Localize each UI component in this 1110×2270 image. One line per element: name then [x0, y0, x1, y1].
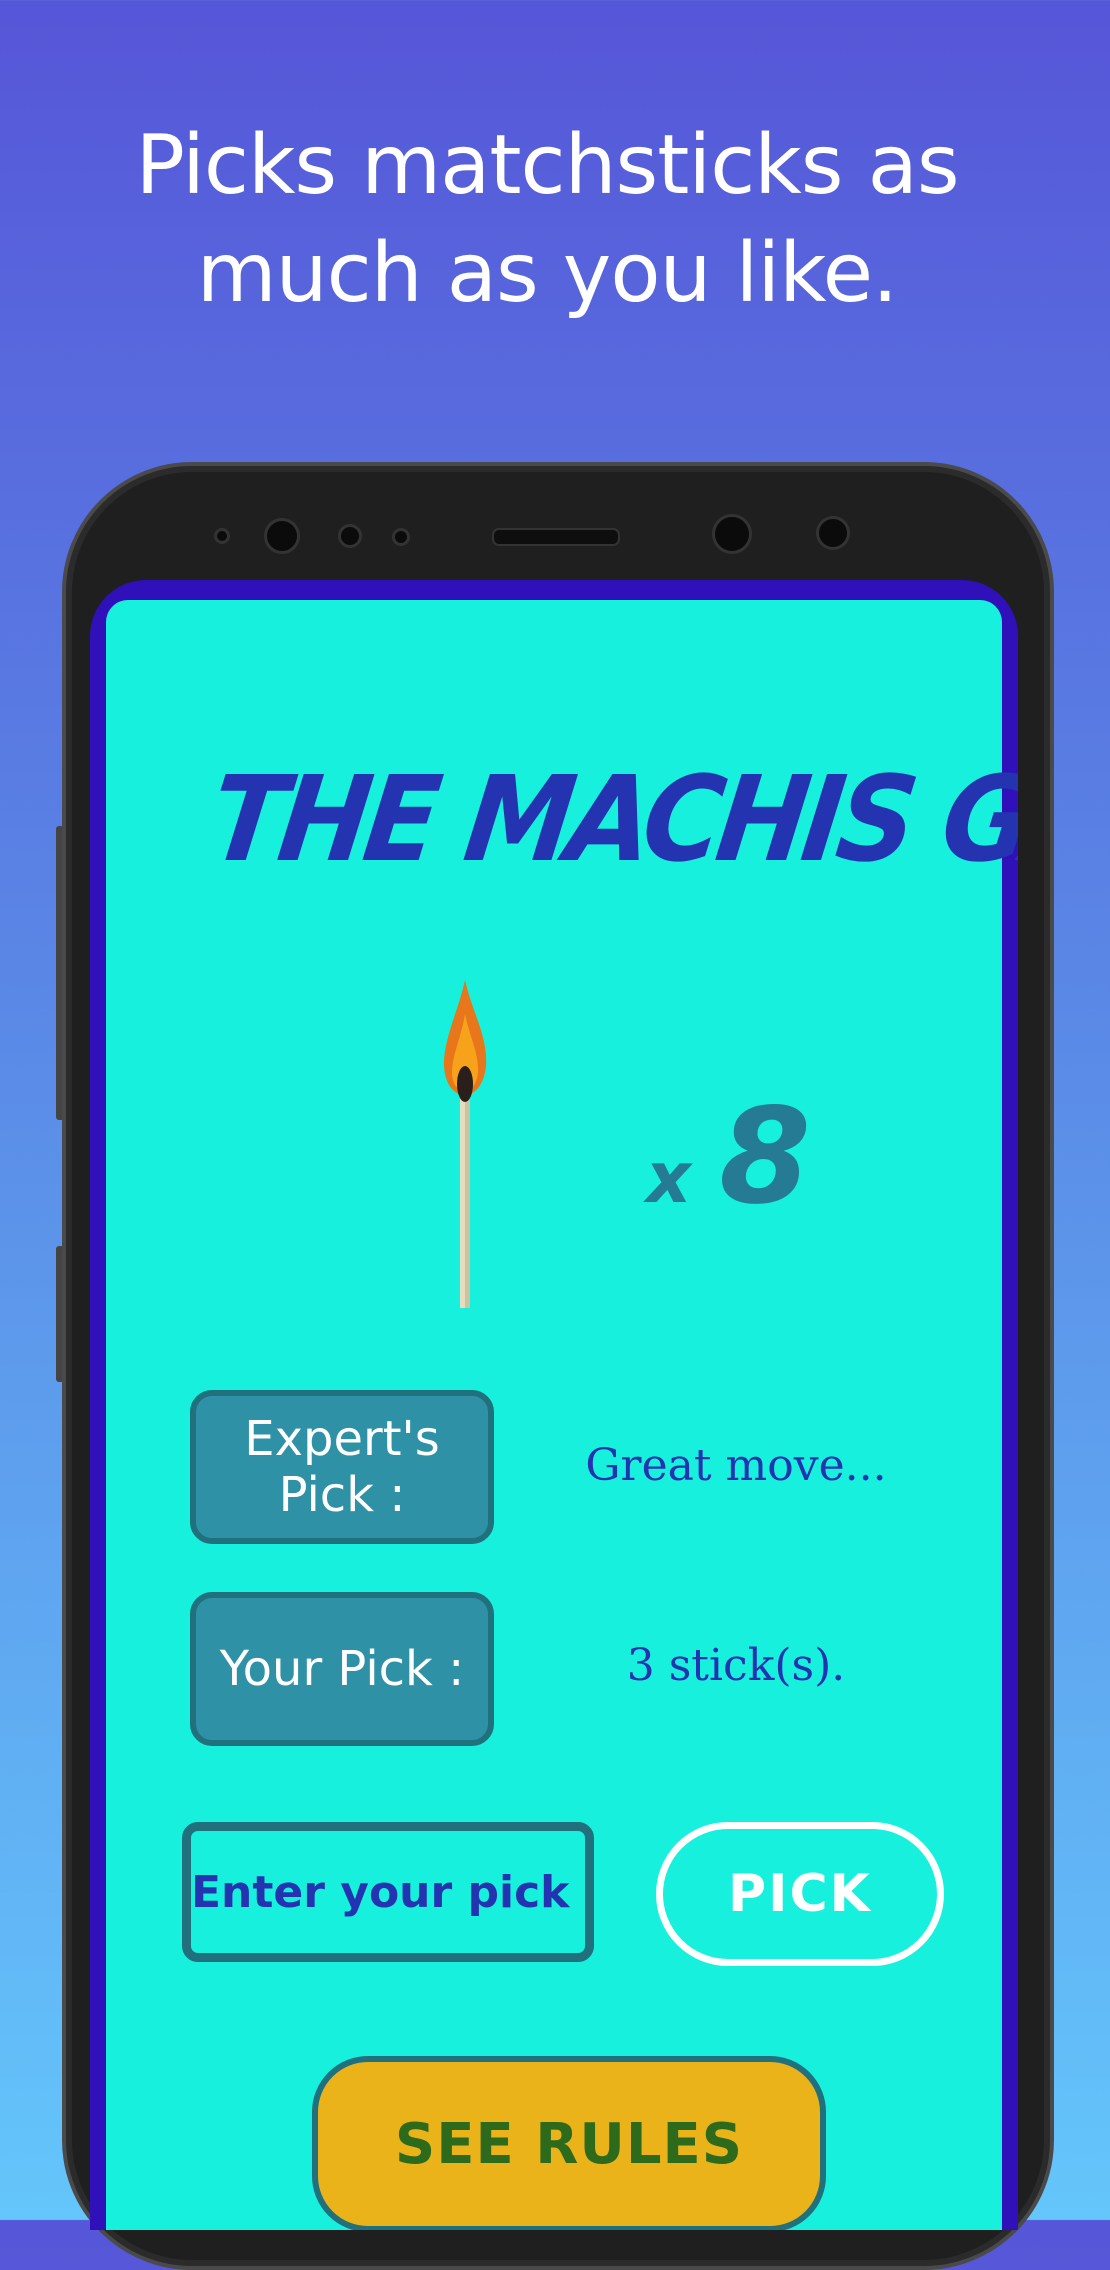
experts-pick-label-line-1: Expert's — [244, 1411, 440, 1467]
phone-sensor-icon — [392, 528, 410, 546]
game-screen: THE MACHIS GAME x8 Expert's Pick : Great… — [106, 600, 1018, 2230]
your-pick-label-text: Your Pick : — [219, 1641, 465, 1697]
phone-screen: THE MACHIS GAME x8 Expert's Pick : Great… — [90, 580, 1018, 2230]
see-rules-button[interactable]: SEE RULES — [312, 2056, 826, 2230]
promo-headline: Picks matchsticks as much as you like. — [0, 112, 1094, 328]
pick-button[interactable]: PICK — [656, 1822, 944, 1966]
game-title: THE MACHIS GAME — [202, 750, 1018, 888]
phone-sensor-icon — [214, 528, 230, 544]
count-value: 8 — [719, 1080, 812, 1234]
phone-front-camera-icon — [264, 518, 300, 554]
phone-camera-icon — [712, 514, 752, 554]
promo-headline-line-2: much as you like. — [196, 226, 898, 321]
matchstick-icon — [443, 980, 487, 1308]
experts-pick-label-line-2: Pick : — [278, 1467, 406, 1523]
promo-headline-line-1: Picks matchsticks as — [135, 118, 959, 213]
your-pick-value: 3 stick(s). — [626, 1640, 846, 1691]
pick-input[interactable] — [182, 1822, 594, 1962]
your-pick-label: Your Pick : — [190, 1592, 494, 1746]
experts-pick-label: Expert's Pick : — [190, 1390, 494, 1544]
remaining-count: x8 — [646, 1080, 811, 1234]
experts-pick-value: Great move... — [585, 1440, 887, 1491]
count-multiplier: x — [646, 1137, 692, 1219]
phone-sensor-icon — [338, 524, 362, 548]
phone-sensor-icon — [816, 516, 850, 550]
phone-speaker-grille — [492, 528, 620, 546]
